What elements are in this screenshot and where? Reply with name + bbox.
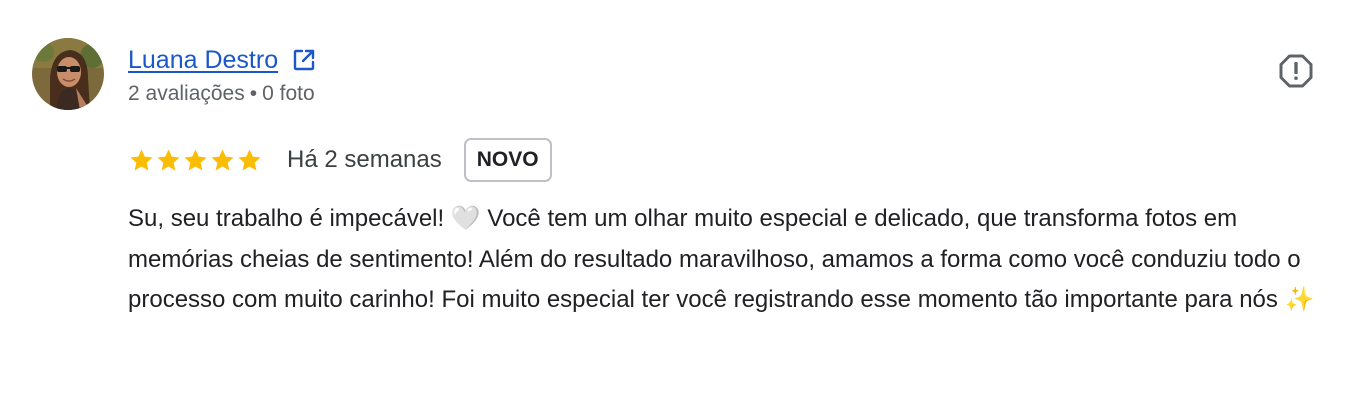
review-time: Há 2 semanas <box>287 146 442 173</box>
report-flag-icon[interactable] <box>1278 53 1314 89</box>
star-icon <box>130 148 153 171</box>
new-badge: NOVO <box>463 138 552 182</box>
star-icon <box>157 148 180 171</box>
author-name-link[interactable]: Luana Destro <box>128 46 278 75</box>
review-card: Luana Destro 2 avaliações • 0 foto Há 2 se… <box>0 0 1358 402</box>
author-line: Luana Destro <box>128 42 316 78</box>
review-text: Su, seu trabalho é impecável! 🤍 Você tem… <box>128 205 1315 313</box>
meta-separator: • <box>249 82 258 105</box>
reviews-count: 2 avaliações <box>128 82 245 105</box>
rating-line: Há 2 semanas NOVO <box>128 136 552 184</box>
photos-count: 0 foto <box>262 82 315 105</box>
star-rating <box>128 147 263 174</box>
star-icon <box>238 148 261 171</box>
external-link-icon[interactable] <box>292 48 316 72</box>
star-icon <box>184 148 207 171</box>
avatar[interactable] <box>32 38 104 110</box>
avatar-photo <box>32 38 104 110</box>
star-icon <box>211 148 234 171</box>
author-meta: 2 avaliações • 0 foto <box>128 82 315 106</box>
